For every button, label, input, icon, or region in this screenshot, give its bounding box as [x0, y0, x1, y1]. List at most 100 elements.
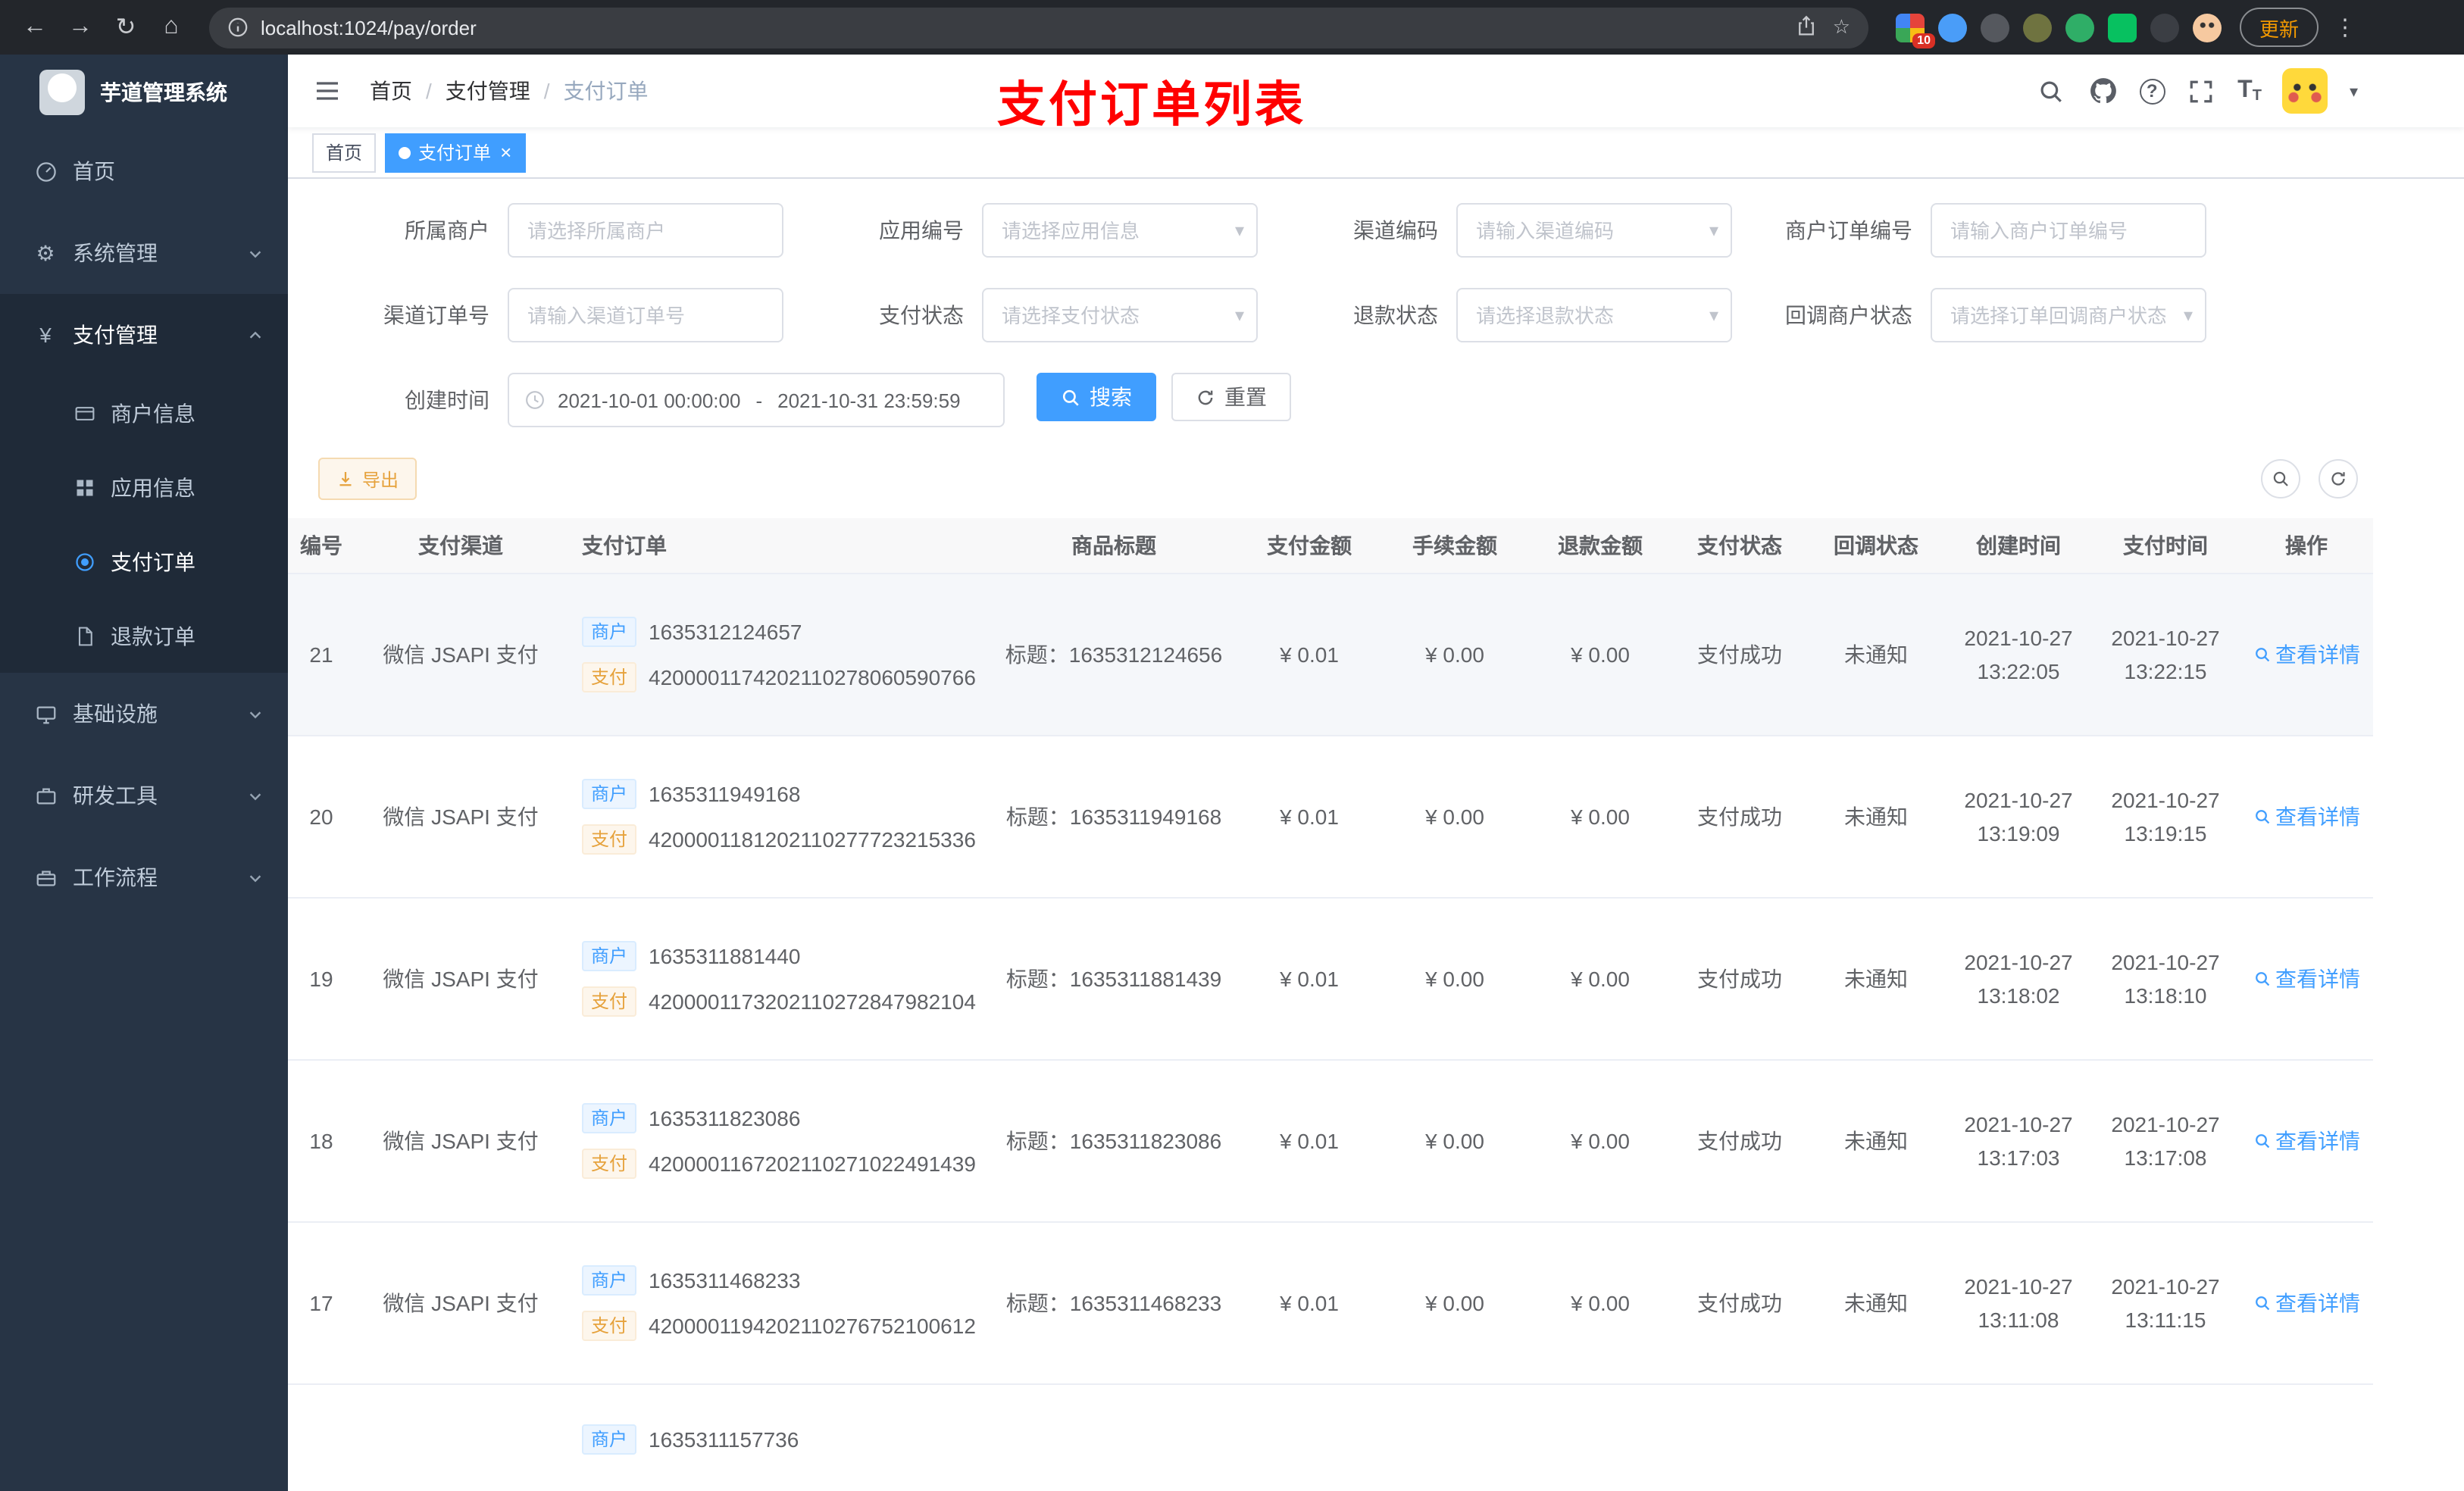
- reset-button[interactable]: 重置: [1171, 373, 1291, 421]
- sidebar-item-dev-tools[interactable]: 研发工具: [0, 755, 288, 836]
- col-title: 商品标题: [991, 518, 1237, 574]
- tab-home[interactable]: 首页: [312, 133, 377, 172]
- browser-home-button[interactable]: ⌂: [152, 8, 191, 47]
- app-logo-avatar: [39, 70, 85, 115]
- sidebar-item-merchant-info[interactable]: 商户信息: [0, 376, 288, 450]
- sidebar-toggle-icon[interactable]: [312, 76, 342, 106]
- merchant-select-input[interactable]: [509, 205, 782, 256]
- refund-status-select[interactable]: ▾: [1456, 288, 1732, 342]
- briefcase-icon: [33, 865, 58, 889]
- app-select[interactable]: ▾: [982, 203, 1258, 258]
- screen: ← → ↻ ⌂ localhost:1024/pay/order ☆ 10 更新…: [0, 0, 2464, 1491]
- view-detail-link[interactable]: 查看详情: [2253, 963, 2360, 993]
- notify-status-input[interactable]: [1932, 289, 2205, 341]
- sidebar-item-workflow[interactable]: 工作流程: [0, 836, 288, 918]
- close-icon[interactable]: ×: [500, 142, 511, 162]
- sidebar-item-infra[interactable]: 基础设施: [0, 673, 288, 755]
- font-size-icon[interactable]: TT: [2237, 77, 2262, 105]
- grid-icon: [73, 475, 97, 499]
- fullscreen-icon[interactable]: [2186, 76, 2216, 106]
- channel-order-no-field[interactable]: [508, 288, 783, 342]
- filter-merchant: 所属商户: [318, 203, 783, 258]
- yen-icon: ¥: [39, 323, 52, 347]
- share-icon[interactable]: [1796, 14, 1818, 40]
- sidebar-item-refund-order[interactable]: 退款订单: [0, 599, 288, 673]
- search-icon[interactable]: [2036, 76, 2066, 106]
- export-button[interactable]: 导出: [318, 458, 417, 500]
- help-icon[interactable]: ?: [2139, 78, 2165, 104]
- extensions-pin-icon[interactable]: [2150, 13, 2179, 42]
- merchant-select[interactable]: [508, 203, 783, 258]
- date-start[interactable]: 2021-10-01 00:00:00: [558, 389, 740, 411]
- extension-olive-icon[interactable]: [2023, 13, 2052, 42]
- tab-pay-order[interactable]: 支付订单 ×: [385, 133, 526, 172]
- site-info-icon[interactable]: [227, 17, 249, 38]
- toggle-search-button[interactable]: [2261, 459, 2300, 499]
- pay-tag: 支付: [582, 824, 637, 854]
- profile-memoji-icon[interactable]: [2193, 13, 2222, 42]
- sidebar-item-pay-order[interactable]: 支付订单: [0, 524, 288, 599]
- extension-check-icon[interactable]: [2065, 13, 2094, 42]
- sidebar: 芋道管理系统 首页 ⚙ 系统管理 ¥ 支付管理 商户信息 应用信息 支付订单 退…: [0, 55, 288, 1491]
- filter-pay-status: 支付状态 ▾: [793, 288, 1258, 342]
- filter-merchant-order-no: 商户订单编号: [1741, 203, 2206, 258]
- sidebar-item-system[interactable]: ⚙ 系统管理: [0, 212, 288, 294]
- refresh-button[interactable]: [2319, 459, 2358, 499]
- app-select-input[interactable]: [983, 205, 1256, 256]
- chevron-down-icon: [247, 869, 264, 886]
- user-avatar[interactable]: [2282, 68, 2328, 114]
- dashboard-icon: [33, 159, 58, 183]
- bookmark-star-icon[interactable]: ☆: [1833, 15, 1850, 39]
- annotation-title: 支付订单列表: [997, 77, 1307, 132]
- date-range-picker[interactable]: 2021-10-01 00:00:00 - 2021-10-31 23:59:5…: [508, 373, 1005, 427]
- extension-dark-icon[interactable]: [1981, 13, 2009, 42]
- col-notify: 回调状态: [1806, 518, 1946, 574]
- search-button[interactable]: 搜索: [1037, 373, 1156, 421]
- browser-reload-button[interactable]: ↻: [106, 8, 145, 47]
- date-end[interactable]: 2021-10-31 23:59:59: [777, 389, 960, 411]
- document-icon: [73, 624, 97, 648]
- browser-menu-icon[interactable]: ⋮: [2334, 14, 2356, 41]
- breadcrumb-home[interactable]: 首页: [370, 76, 412, 106]
- view-detail-link[interactable]: 查看详情: [2253, 1125, 2360, 1155]
- extension-chat-icon[interactable]: [2108, 13, 2137, 42]
- table-row: 17 微信 JSAPI 支付 商户 1635311468233 支付 4200001…: [288, 1221, 2373, 1384]
- col-status: 支付状态: [1673, 518, 1806, 574]
- pay-status-select[interactable]: ▾: [982, 288, 1258, 342]
- merchant-order-no-field[interactable]: [1931, 203, 2206, 258]
- filter-label: 创建时间: [405, 388, 489, 412]
- browser-forward-button[interactable]: →: [61, 8, 100, 47]
- notify-status-select[interactable]: ▾: [1931, 288, 2206, 342]
- browser-update-button[interactable]: 更新: [2240, 8, 2319, 47]
- address-bar[interactable]: localhost:1024/pay/order ☆: [209, 7, 1868, 48]
- pay-status-input[interactable]: [983, 289, 1256, 341]
- user-menu-caret-icon[interactable]: ▾: [2350, 81, 2358, 101]
- merchant-order-no-input[interactable]: [1932, 205, 2205, 256]
- view-detail-link[interactable]: 查看详情: [2253, 639, 2360, 669]
- sidebar-item-home[interactable]: 首页: [0, 130, 288, 212]
- channel-code-input[interactable]: [1458, 205, 1731, 256]
- col-order: 支付订单: [567, 518, 991, 574]
- sidebar-item-app-info[interactable]: 应用信息: [0, 450, 288, 524]
- orders-table-wrap: 编号 支付渠道 支付订单 商品标题 支付金额 手续金额 退款金额 支付状态 回调…: [288, 518, 2464, 1491]
- filter-label: 渠道订单号: [383, 303, 489, 327]
- orders-table: 编号 支付渠道 支付订单 商品标题 支付金额 手续金额 退款金额 支付状态 回调…: [288, 518, 2373, 1491]
- sidebar-item-pay[interactable]: ¥ 支付管理: [0, 294, 288, 376]
- filter-label: 渠道编码: [1353, 218, 1438, 242]
- extension-drop-icon[interactable]: [1938, 13, 1967, 42]
- table-row: 20 微信 JSAPI 支付 商户 1635311949168 支付 4200001…: [288, 735, 2373, 898]
- filter-label: 支付状态: [879, 303, 964, 327]
- github-icon[interactable]: [2087, 76, 2118, 106]
- extension-grid-icon[interactable]: 10: [1896, 13, 1935, 48]
- view-detail-link[interactable]: 查看详情: [2253, 1287, 2360, 1318]
- active-dot: [399, 146, 411, 158]
- filter-label: 所属商户: [405, 218, 489, 242]
- url-text[interactable]: localhost:1024/pay/order: [261, 16, 1796, 39]
- channel-order-no-input[interactable]: [509, 289, 782, 341]
- breadcrumb-pay[interactable]: 支付管理: [446, 76, 530, 106]
- refund-status-input[interactable]: [1458, 289, 1731, 341]
- pay-tag: 支付: [582, 1310, 637, 1340]
- view-detail-link[interactable]: 查看详情: [2253, 801, 2360, 831]
- channel-code-select[interactable]: ▾: [1456, 203, 1732, 258]
- browser-back-button[interactable]: ←: [15, 8, 55, 47]
